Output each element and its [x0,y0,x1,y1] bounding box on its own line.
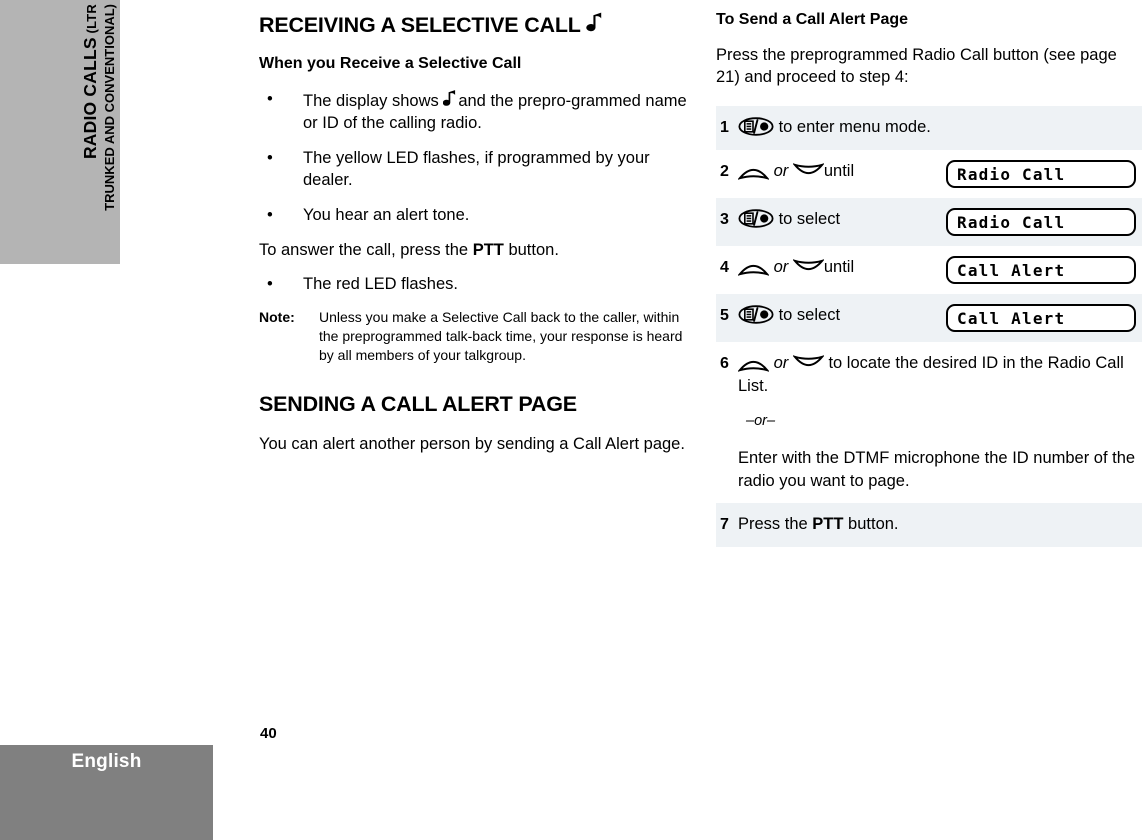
chapter-title-paren: (LTR [84,4,99,38]
answer-call-paragraph: To answer the call, press the PTT button… [259,239,691,261]
list-item: • You hear an alert tone. [259,204,691,226]
step-instruction: to select [738,304,938,327]
display-cell: Radio Call [938,208,1138,236]
note-label: Note: [259,309,295,325]
chapter-side-tab: RADIO CALLS (LTR TRUNKED AND CONVENTIONA… [0,0,120,264]
subsection-title: When you Receive a Selective Call [259,55,522,72]
arrow-up-icon [736,355,771,373]
page-title-text: RECEIVING A SELECTIVE CALL [259,13,581,37]
table-row: 4 or until Call Alert [716,246,1142,294]
answer-text-before: To answer the call, press the [259,241,473,259]
table-row: 6 or to locate the desired ID in the Rad… [716,342,1142,503]
step-text: until [823,258,855,276]
step-text: to select [774,210,841,228]
menu-select-button-icon [738,117,774,136]
radio-display-box: Radio Call [946,160,1136,188]
feature-bullet-list-2: • The red LED flashes. [259,273,691,295]
step-instruction: Press the PTT button. [738,513,1142,536]
step-number: 3 [720,211,729,228]
ptt-keyword: PTT [472,241,504,259]
call-alert-paragraph: You can alert another person by sending … [259,435,685,453]
radio-display-box: Call Alert [946,256,1136,284]
step-text-before: Press the [738,515,813,533]
bullet-marker: • [267,275,273,293]
send-call-alert-intro: Press the preprogrammed Radio Call butto… [716,46,1117,86]
musical-note-icon [443,88,458,110]
left-column: RECEIVING A SELECTIVE CALL When you Rece… [259,10,691,469]
arrow-down-icon [791,354,825,372]
step-number: 1 [720,119,729,136]
step-instruction: to enter menu mode. [738,116,1142,139]
radio-display-box: Call Alert [946,304,1136,332]
arrow-down-icon [791,258,825,276]
step-number: 2 [720,163,729,180]
send-call-alert-title: To Send a Call Alert Page [716,11,909,28]
ptt-keyword: PTT [812,515,844,533]
page-title: RECEIVING A SELECTIVE CALL [259,10,691,38]
bullet-marker: • [267,206,273,224]
list-item-text-before: The display shows [303,92,439,110]
step-number: 4 [720,259,729,276]
radio-display-box: Radio Call [946,208,1136,236]
page-title-2: SENDING A CALL ALERT PAGE [259,392,577,416]
table-row: 7 Press the PTT button. [716,503,1142,547]
note-block: Note: Unless you make a Selective Call b… [259,308,691,365]
page-number: 40 [260,725,277,742]
step-number: 5 [720,307,729,324]
table-row: 3 to select Radio Call [716,198,1142,246]
display-cell: Call Alert [938,304,1138,332]
feature-bullet-list-1: • The display shows and the prepro-gramme… [259,88,691,226]
step-connector: or [773,162,789,180]
step-connector: or [773,354,789,372]
list-item: • The yellow LED flashes, if programmed b… [259,147,691,191]
step-text: to enter menu mode. [774,118,931,136]
right-column: To Send a Call Alert Page Press the prep… [716,10,1142,547]
chapter-title-main: RADIO CALLS [80,37,100,160]
step-text-after: button. [843,515,899,533]
list-item: • The red LED flashes. [259,273,691,295]
table-row: 1 to enter menu mode. [716,106,1142,150]
step-connector: or [773,258,789,276]
chapter-title-line2: TRUNKED AND CONVENTIONAL) [102,4,117,211]
answer-text-after: button. [503,241,559,259]
or-divider: –or– [746,413,776,429]
footer-language-label: English [71,751,142,772]
list-item-text: The red LED flashes. [303,275,458,293]
menu-select-button-icon [738,305,774,324]
step-alt-text: Enter with the DTMF microphone the ID nu… [738,449,1136,490]
bullet-marker: • [267,149,273,167]
step-number: 6 [720,355,729,372]
arrow-up-icon [736,259,771,277]
table-row: 5 to select Call Alert [716,294,1142,342]
step-text: until [823,162,855,180]
list-item-text: You hear an alert tone. [303,206,470,224]
step-instruction: or until [736,160,938,183]
step-text: to select [774,306,841,324]
procedure-steps-table: 1 to enter menu mode. 2 or until Radio C… [716,106,1142,547]
chapter-title-line1: RADIO CALLS (LTR [80,4,102,159]
note-body: Unless you make a Selective Call back to… [319,309,683,363]
table-row: 2 or until Radio Call [716,150,1142,198]
arrow-down-icon [791,162,825,180]
arrow-up-icon [736,163,771,181]
step-instruction: or to locate the desired ID in the Radio… [736,352,1142,493]
chapter-side-tab-text: RADIO CALLS (LTR TRUNKED AND CONVENTIONA… [0,0,120,264]
musical-note-icon [586,10,605,36]
step-instruction: to select [738,208,938,231]
list-item: • The display shows and the prepro-gramme… [259,88,691,134]
bullet-marker: • [267,90,273,108]
display-cell: Radio Call [938,160,1138,188]
step-instruction: or until [736,256,938,279]
display-cell: Call Alert [938,256,1138,284]
step-number: 7 [720,516,729,533]
menu-select-button-icon [738,209,774,228]
list-item-text: The yellow LED flashes, if programmed by… [303,149,650,189]
